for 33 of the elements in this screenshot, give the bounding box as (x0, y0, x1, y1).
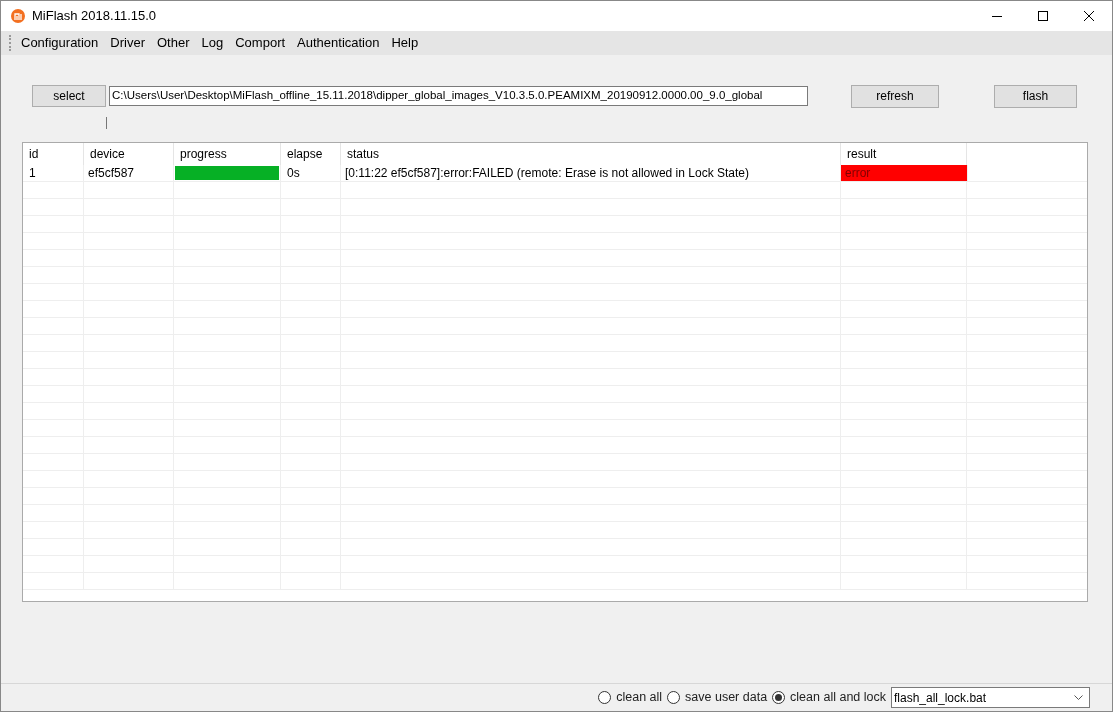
column-header: id (23, 143, 84, 165)
column-header: device (84, 143, 174, 165)
path-field[interactable]: C:\Users\User\Desktop\MiFlash_offline_15.11.2018\dipper_global_images_V10.3.5.0.PEAMIXM_20190912.0000.00_9.0_global (109, 86, 808, 106)
select-button[interactable]: select (32, 85, 106, 107)
table-cell: 1 (23, 165, 84, 181)
table-cell: 0s (281, 165, 341, 181)
radio-option[interactable]: save user data (667, 688, 768, 707)
minimize-icon (992, 15, 1002, 17)
radio-option[interactable]: clean all and lock (772, 688, 886, 707)
column-header: elapse (281, 143, 341, 165)
close-icon (1084, 11, 1094, 21)
script-dropdown[interactable]: flash_all_lock.bat (891, 687, 1090, 708)
menu-item[interactable]: Authentication (291, 33, 386, 53)
maximize-icon (1038, 11, 1048, 21)
radio-button[interactable] (667, 691, 681, 704)
radio-button[interactable] (772, 691, 786, 704)
flash-button[interactable]: flash (994, 84, 1077, 108)
menu-item[interactable]: Configuration (15, 33, 105, 53)
chevron-down-icon (1074, 695, 1083, 700)
refresh-button[interactable]: refresh (851, 84, 939, 108)
app-logo-icon (11, 9, 25, 23)
menu-item[interactable]: Log (195, 33, 230, 53)
menu-item[interactable]: Driver (104, 33, 151, 53)
window-title: MiFlash 2018.11.15.0 (32, 7, 157, 26)
column-header: progress (174, 143, 281, 165)
radio-button[interactable] (598, 691, 612, 704)
radio-option[interactable]: clean all (598, 688, 663, 707)
menu-item[interactable]: Other (151, 33, 196, 53)
column-header: status (341, 143, 841, 165)
menu-item[interactable]: Help (385, 33, 425, 53)
result-cell: error (841, 165, 967, 181)
menu-item[interactable]: Comport (229, 33, 292, 53)
table-cell: ef5cf587 (84, 165, 174, 181)
